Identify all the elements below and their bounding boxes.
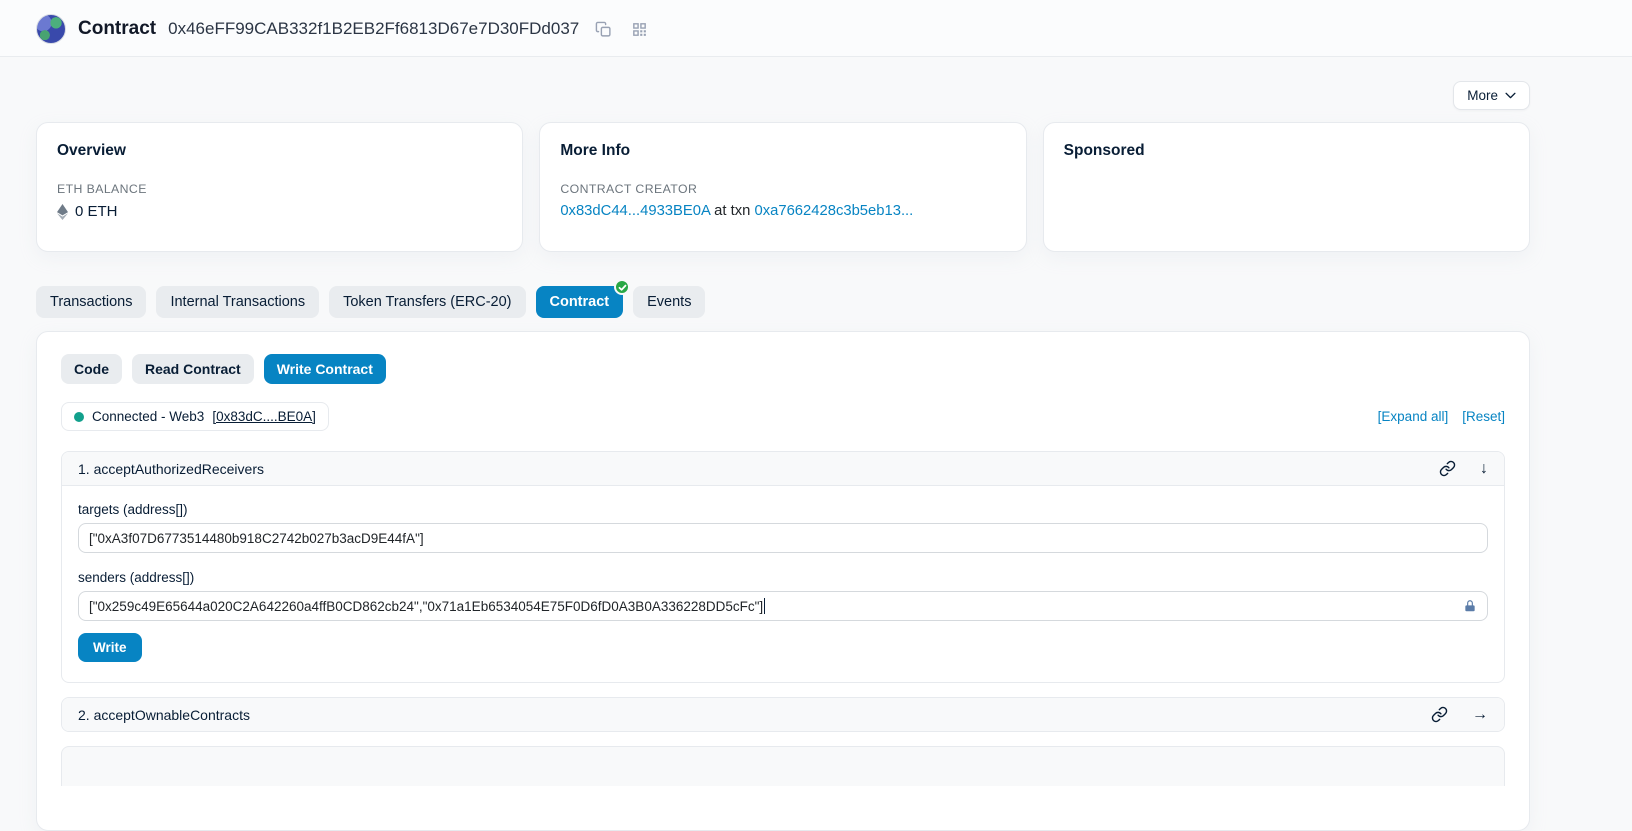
write-panel-3-sliver[interactable] (61, 746, 1505, 786)
chevron-down-icon (1505, 92, 1516, 99)
subtab-read-contract[interactable]: Read Contract (132, 354, 254, 384)
tab-transactions[interactable]: Transactions (36, 286, 146, 318)
info-cards-row: Overview ETH BALANCE 0 ETH More Info CON… (36, 122, 1530, 252)
verified-check-icon (614, 279, 630, 295)
write-panel-1-title: 1. acceptAuthorizedReceivers (78, 461, 264, 477)
write-panel-2-title: 2. acceptOwnableContracts (78, 707, 250, 723)
permalink-icon[interactable] (1439, 460, 1456, 477)
more-button-label: More (1467, 88, 1498, 103)
expand-arrow-icon[interactable]: → (1472, 707, 1488, 723)
more-info-card: More Info CONTRACT CREATOR 0x83dC44...49… (539, 122, 1026, 252)
collapse-arrow-icon[interactable]: ↓ (1480, 461, 1488, 477)
connection-status-pill: Connected - Web3 [0x83dC....BE0A] (61, 402, 329, 431)
senders-input-value: ["0x259c49E65644a020C2A642260a4ffB0CD862… (89, 599, 763, 614)
overview-card-title: Overview (57, 142, 502, 160)
eth-icon (57, 204, 68, 220)
sponsored-card-title: Sponsored (1064, 142, 1509, 160)
write-panel-1-header[interactable]: 1. acceptAuthorizedReceivers ↓ (62, 452, 1504, 486)
input-lock-icon[interactable] (1455, 599, 1477, 613)
eth-balance-label: ETH BALANCE (57, 182, 502, 196)
status-row: Connected - Web3 [0x83dC....BE0A] [Expan… (61, 402, 1505, 431)
subtab-code[interactable]: Code (61, 354, 122, 384)
senders-input[interactable]: ["0x259c49E65644a020C2A642260a4ffB0CD862… (78, 591, 1488, 621)
creation-txn-link[interactable]: 0xa7662428c3b5eb13... (754, 203, 913, 219)
sponsored-card: Sponsored (1043, 122, 1530, 252)
connection-status-text: Connected - Web3 (92, 409, 204, 424)
contract-avatar (36, 14, 66, 44)
connected-dot-icon (74, 412, 84, 422)
tab-internal-transactions[interactable]: Internal Transactions (156, 286, 319, 318)
write-button[interactable]: Write (78, 633, 142, 662)
targets-field-label: targets (address[]) (78, 502, 1488, 517)
contract-panel: Code Read Contract Write Contract Connec… (36, 331, 1530, 831)
creator-connector-text: at txn (710, 203, 754, 219)
permalink-icon[interactable] (1431, 706, 1448, 723)
page-header: Contract 0x46eFF99CAB332f1B2EB2Ff6813D67… (0, 0, 1632, 56)
write-panel-1: 1. acceptAuthorizedReceivers ↓ targets (… (61, 451, 1505, 683)
write-panel-2-header[interactable]: 2. acceptOwnableContracts → (62, 698, 1504, 731)
targets-input-value: ["0xA3f07D6773514480b918C2742b027b3acD9E… (89, 531, 424, 546)
more-row: More (36, 81, 1530, 110)
tab-events[interactable]: Events (633, 286, 705, 318)
more-info-card-title: More Info (560, 142, 1005, 160)
contract-creator-label: CONTRACT CREATOR (560, 182, 1005, 196)
write-panel-1-body: targets (address[]) ["0xA3f07D6773514480… (62, 486, 1504, 682)
copy-icon[interactable] (591, 17, 615, 41)
page-title: Contract (78, 18, 156, 40)
tab-contract[interactable]: Contract (536, 286, 624, 318)
expand-all-link[interactable]: [Expand all] (1378, 409, 1449, 424)
header-divider (0, 56, 1632, 57)
creator-address-link[interactable]: 0x83dC44...4933BE0A (560, 203, 710, 219)
connected-address-link[interactable]: [0x83dC....BE0A] (212, 409, 316, 424)
senders-field-label: senders (address[]) (78, 570, 1488, 585)
tab-token-transfers[interactable]: Token Transfers (ERC-20) (329, 286, 525, 318)
text-caret (764, 598, 765, 614)
reset-link[interactable]: [Reset] (1462, 409, 1505, 424)
eth-balance-value: 0 ETH (75, 203, 118, 220)
subtab-write-contract[interactable]: Write Contract (264, 354, 386, 384)
qr-code-icon[interactable] (627, 17, 651, 41)
more-button[interactable]: More (1453, 81, 1530, 110)
overview-card: Overview ETH BALANCE 0 ETH (36, 122, 523, 252)
tab-contract-label: Contract (550, 294, 610, 310)
contract-address: 0x46eFF99CAB332f1B2EB2Ff6813D67e7D30FDd0… (168, 19, 579, 39)
contract-subtabs: Code Read Contract Write Contract (61, 354, 1505, 384)
main-tabs: Transactions Internal Transactions Token… (36, 286, 1530, 318)
write-panel-2: 2. acceptOwnableContracts → (61, 697, 1505, 732)
targets-input[interactable]: ["0xA3f07D6773514480b918C2742b027b3acD9E… (78, 523, 1488, 553)
